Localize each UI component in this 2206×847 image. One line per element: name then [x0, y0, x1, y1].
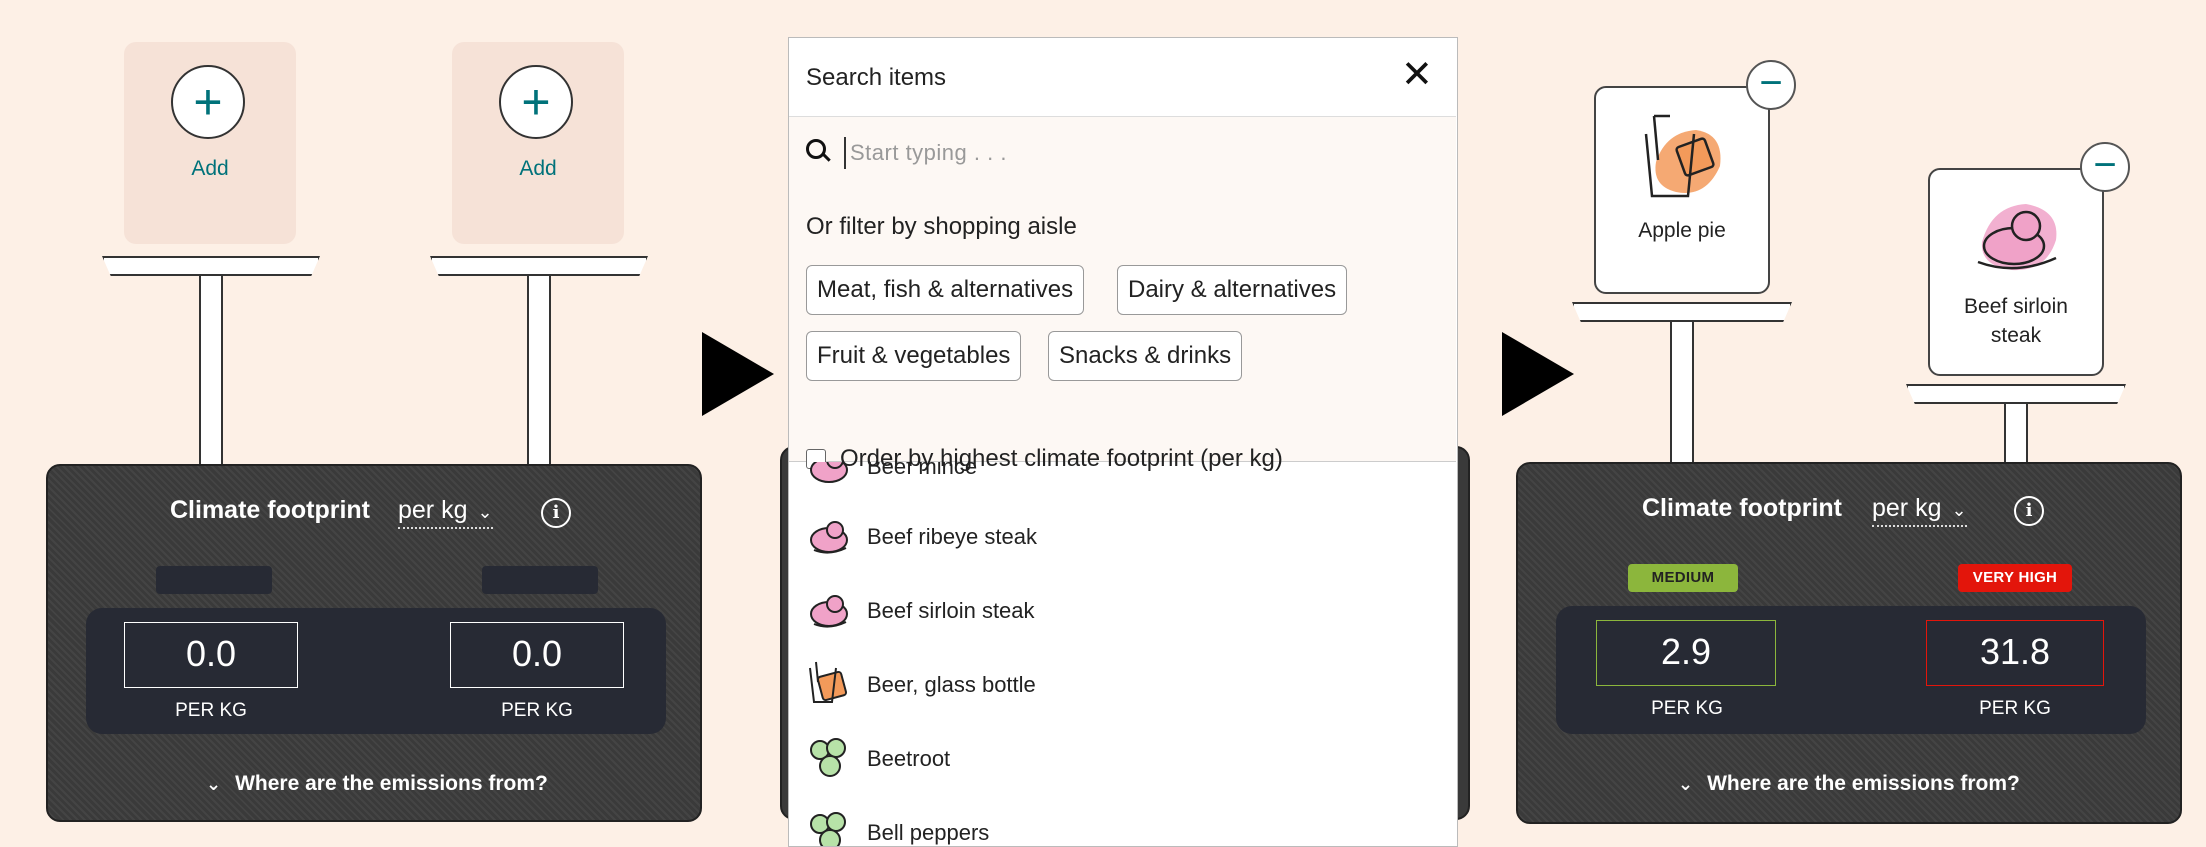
vegetable-icon: [810, 812, 846, 846]
item-card-apple-pie[interactable]: Apple pie: [1594, 86, 1770, 294]
footprint-panel: Climate footprint per kg ⌄ i 0.0 0.0 PER …: [46, 464, 702, 822]
chevron-down-icon: ⌄: [1678, 774, 1694, 794]
scale-tray: [430, 256, 648, 276]
meat-icon: [810, 595, 848, 628]
footprint-panel: Climate footprint per kg ⌄ i MEDIUM VERY …: [1516, 462, 2182, 824]
add-item-card-1[interactable]: + Add: [124, 42, 296, 244]
list-item-label: Beef sirloin steak: [867, 598, 1035, 623]
plus-icon[interactable]: +: [171, 65, 245, 139]
list-item-label: Beer, glass bottle: [867, 672, 1036, 697]
close-icon[interactable]: ✕: [1401, 56, 1433, 94]
item-card-beef-sirloin[interactable]: Beef sirloin steak: [1928, 168, 2104, 376]
unit-dropdown[interactable]: per kg ⌄: [398, 496, 493, 529]
list-item[interactable]: Beer, glass bottle: [789, 648, 1456, 718]
vegetable-icon: [810, 738, 846, 777]
meat-icon: [1977, 204, 2057, 271]
rating-badge-very-high: VERY HIGH: [1958, 564, 2072, 592]
unit-label: PER KG: [501, 700, 573, 721]
search-input[interactable]: [844, 137, 1412, 169]
aisle-chip-meat[interactable]: Meat, fish & alternatives: [806, 265, 1085, 315]
item-label: Apple pie: [1638, 219, 1726, 242]
rating-badge-empty: [156, 566, 272, 594]
list-item[interactable]: Beef ribeye steak: [789, 500, 1456, 570]
search-icon: [806, 139, 826, 159]
add-label: Add: [519, 157, 557, 180]
remove-item-button[interactable]: −: [1746, 60, 1796, 110]
scale-stem: [199, 276, 223, 466]
meat-icon: [810, 521, 848, 554]
unit-label: PER KG: [1651, 698, 1723, 719]
play-arrow-icon: [1502, 332, 1574, 416]
values-area: 2.9 31.8 PER KG PER KG: [1556, 606, 2146, 734]
emissions-toggle[interactable]: ⌄ Where are the emissions from?: [206, 772, 548, 796]
search-popup: Search items ✕ Or filter by shopping ais…: [788, 37, 1458, 847]
emissions-toggle-label: Where are the emissions from?: [235, 772, 548, 795]
unit-dropdown-value: per kg: [1872, 494, 1942, 522]
panel-title: Climate footprint: [1642, 494, 1842, 522]
plus-icon[interactable]: +: [499, 65, 573, 139]
list-item-label: Beetroot: [867, 746, 951, 771]
info-icon[interactable]: i: [2014, 496, 2044, 526]
scale-stem: [527, 276, 551, 466]
footprint-value: 31.8: [1926, 620, 2104, 686]
emissions-toggle[interactable]: ⌄ Where are the emissions from?: [1678, 772, 2020, 796]
drink-icon: [1644, 114, 1721, 198]
results-list: Beef mince Beef ribeye steak Beef sirloi…: [789, 462, 1456, 846]
drink-icon: [809, 661, 848, 703]
list-item-label: Beef ribeye steak: [867, 524, 1037, 549]
add-item-card-2[interactable]: + Add: [452, 42, 624, 244]
scale-stem: [2004, 404, 2028, 466]
play-arrow-icon: [702, 332, 774, 416]
item-label-line: steak: [1990, 324, 2042, 347]
list-item-label: Bell peppers: [867, 820, 990, 845]
list-item[interactable]: Beef mince: [789, 462, 1456, 500]
scale-tray: [1572, 302, 1792, 322]
scale-tray: [102, 256, 320, 276]
aisle-chip-snacks-drinks[interactable]: Snacks & drinks: [1048, 331, 1243, 381]
item-label-line: Beef sirloin: [1964, 295, 2068, 318]
unit-label: PER KG: [1979, 698, 2051, 719]
aisle-chip-fruit-veg[interactable]: Fruit & vegetables: [806, 331, 1022, 381]
filter-heading: Or filter by shopping aisle: [806, 213, 1077, 240]
chevron-down-icon: ⌄: [477, 502, 493, 522]
footprint-value: 0.0: [124, 622, 298, 688]
add-label: Add: [191, 157, 229, 180]
item-label: Beef sirloin steak: [1930, 292, 2102, 350]
meat-icon: [810, 462, 848, 483]
scale-stem: [1670, 322, 1694, 466]
footprint-value: 0.0: [450, 622, 624, 688]
rating-badge-medium: MEDIUM: [1628, 564, 1738, 592]
aisle-filter: Or filter by shopping aisle Meat, fish &…: [789, 187, 1456, 472]
popup-title: Search items: [806, 64, 947, 91]
list-item[interactable]: Beetroot: [789, 722, 1456, 792]
list-item[interactable]: Bell peppers: [789, 796, 1456, 846]
info-icon[interactable]: i: [541, 498, 571, 528]
rating-badge-empty: [482, 566, 598, 594]
scale-tray: [1906, 384, 2126, 404]
unit-dropdown-value: per kg: [398, 496, 468, 524]
list-item-label: Beef mince: [867, 462, 978, 479]
chevron-down-icon: ⌄: [1951, 500, 1967, 520]
footprint-value: 2.9: [1596, 620, 1776, 686]
chevron-down-icon: ⌄: [206, 774, 222, 794]
panel-title: Climate footprint: [170, 496, 370, 524]
aisle-chip-dairy[interactable]: Dairy & alternatives: [1117, 265, 1348, 315]
emissions-toggle-label: Where are the emissions from?: [1707, 772, 2020, 795]
list-item[interactable]: Beef sirloin steak: [789, 574, 1456, 644]
search-row: [789, 116, 1456, 188]
unit-label: PER KG: [175, 700, 247, 721]
unit-dropdown[interactable]: per kg ⌄: [1872, 494, 1967, 527]
values-area: 0.0 0.0 PER KG PER KG: [86, 608, 666, 734]
remove-item-button[interactable]: −: [2080, 142, 2130, 192]
